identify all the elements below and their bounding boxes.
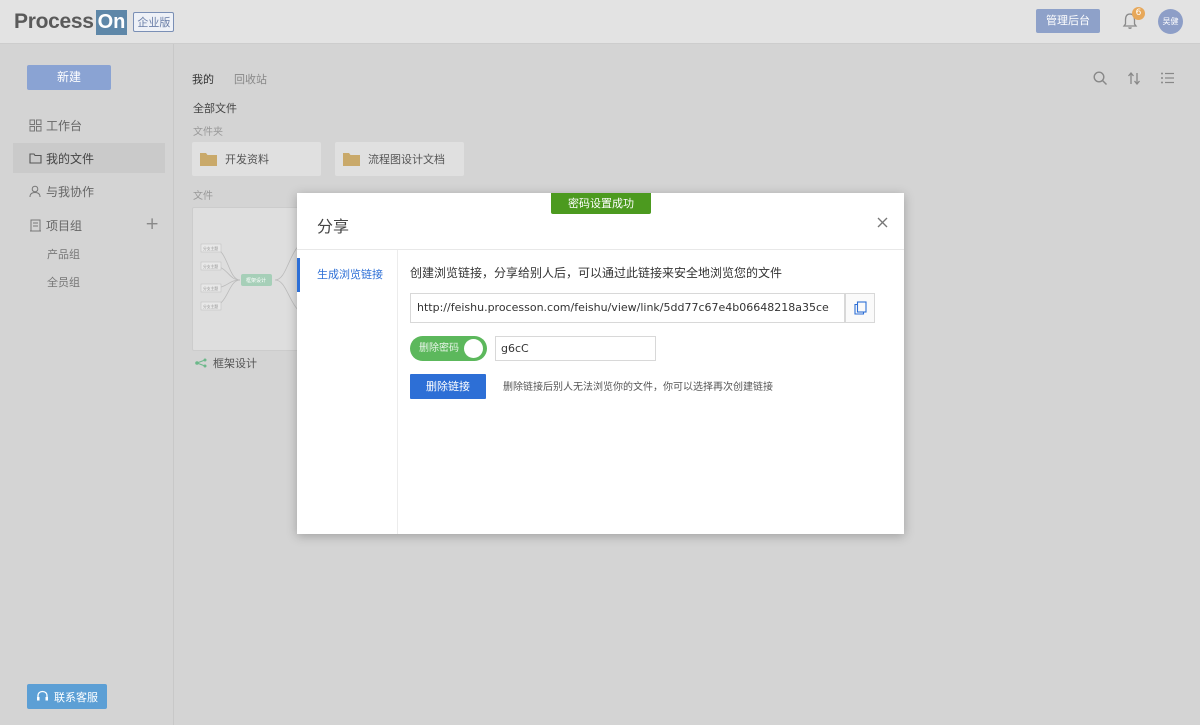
thumb-node: 分支主题 (203, 246, 218, 251)
success-toast: 密码设置成功 (551, 193, 651, 214)
group-item[interactable]: 全员组 (47, 274, 80, 290)
user-icon (29, 185, 41, 197)
search-icon[interactable] (1093, 71, 1108, 89)
folders-section-label: 文件夹 (193, 127, 223, 138)
toggle-label: 删除密码 (419, 343, 459, 354)
sidebar-item-label: 与我协作 (46, 184, 95, 199)
copy-icon (853, 301, 867, 315)
breadcrumb[interactable]: 全部文件 (193, 100, 237, 116)
dialog-title: 分享 (317, 217, 350, 236)
dialog-nav: 生成浏览链接 (297, 250, 398, 534)
password-toggle[interactable]: 删除密码 (410, 336, 487, 361)
edition-badge: 企业版 (133, 12, 175, 32)
folder-icon (200, 153, 217, 166)
file-name: 框架设计 (213, 357, 257, 370)
thumb-node: 分支主题 (203, 286, 218, 291)
files-section-label: 文件 (193, 191, 213, 202)
folder-name: 流程图设计文档 (368, 153, 445, 166)
sidebar-item-label: 工作台 (46, 118, 83, 133)
folder-card[interactable]: 开发资料 (192, 142, 321, 176)
new-button[interactable]: 新建 (27, 65, 111, 90)
folder-icon (29, 153, 42, 164)
close-icon[interactable] (877, 215, 888, 231)
notification-badge: 6 (1132, 7, 1145, 20)
admin-console-button[interactable]: 管理后台 (1036, 9, 1100, 33)
share-description: 创建浏览链接，分享给别人后，可以通过此链接来安全地浏览您的文件 (410, 266, 783, 280)
sidebar: 新建 工作台 我的文件 与我协作 项目组 + 产品组 全员组 联系客服 (0, 44, 174, 725)
logo-text: Process (14, 10, 94, 33)
contact-service-button[interactable]: 联系客服 (27, 684, 107, 709)
logo[interactable]: Process On 企业版 (14, 9, 175, 35)
sidebar-item-label: 项目组 (46, 218, 83, 233)
thumb-center: 框架设计 (246, 277, 266, 284)
mindmap-thumbnail: 分支主题 分支主题 分支主题 分支主题 框架设计 (200, 238, 306, 318)
folder-name: 开发资料 (225, 153, 269, 166)
sidebar-item-label: 我的文件 (46, 151, 95, 166)
share-link-field[interactable]: http://feishu.processon.com/feishu/view/… (410, 293, 845, 323)
list-view-icon[interactable] (1160, 71, 1175, 88)
group-item[interactable]: 产品组 (47, 246, 80, 262)
sort-icon[interactable] (1127, 71, 1141, 89)
nav-generate-link[interactable]: 生成浏览链接 (297, 258, 398, 292)
delete-note: 删除链接后别人无法浏览你的文件，你可以选择再次创建链接 (503, 382, 773, 393)
file-item[interactable]: 框架设计 (195, 355, 257, 371)
tab-mine[interactable]: 我的 (192, 71, 214, 87)
mindmap-icon (195, 358, 207, 368)
building-icon (30, 219, 41, 231)
sidebar-item-my-files[interactable]: 我的文件 (13, 143, 165, 173)
sidebar-item-collaboration[interactable]: 与我协作 (13, 176, 165, 206)
copy-button[interactable] (845, 293, 875, 323)
folder-card[interactable]: 流程图设计文档 (335, 142, 464, 176)
folder-icon (343, 153, 360, 166)
grid-icon (29, 119, 42, 131)
password-field[interactable]: g6cC (495, 336, 656, 361)
sidebar-item-project-groups[interactable]: 项目组 (13, 210, 165, 240)
headset-icon (37, 690, 48, 701)
delete-link-button[interactable]: 删除链接 (410, 374, 486, 399)
sidebar-item-workbench[interactable]: 工作台 (13, 110, 165, 140)
thumb-node: 分支主题 (203, 264, 218, 269)
toggle-knob (464, 339, 483, 358)
file-thumbnail[interactable]: 分支主题 分支主题 分支主题 分支主题 框架设计 (192, 207, 307, 351)
top-header: Process On 企业版 管理后台 6 吴健 (0, 0, 1200, 44)
tab-recycle-bin[interactable]: 回收站 (234, 71, 267, 87)
thumb-node: 分支主题 (203, 304, 218, 309)
service-label: 联系客服 (54, 690, 98, 704)
share-dialog: 分享 生成浏览链接 创建浏览链接，分享给别人后，可以通过此链接来安全地浏览您的文… (297, 193, 904, 534)
logo-on: On (95, 9, 128, 35)
avatar[interactable]: 吴健 (1158, 9, 1183, 34)
add-group-icon[interactable]: + (145, 216, 159, 233)
